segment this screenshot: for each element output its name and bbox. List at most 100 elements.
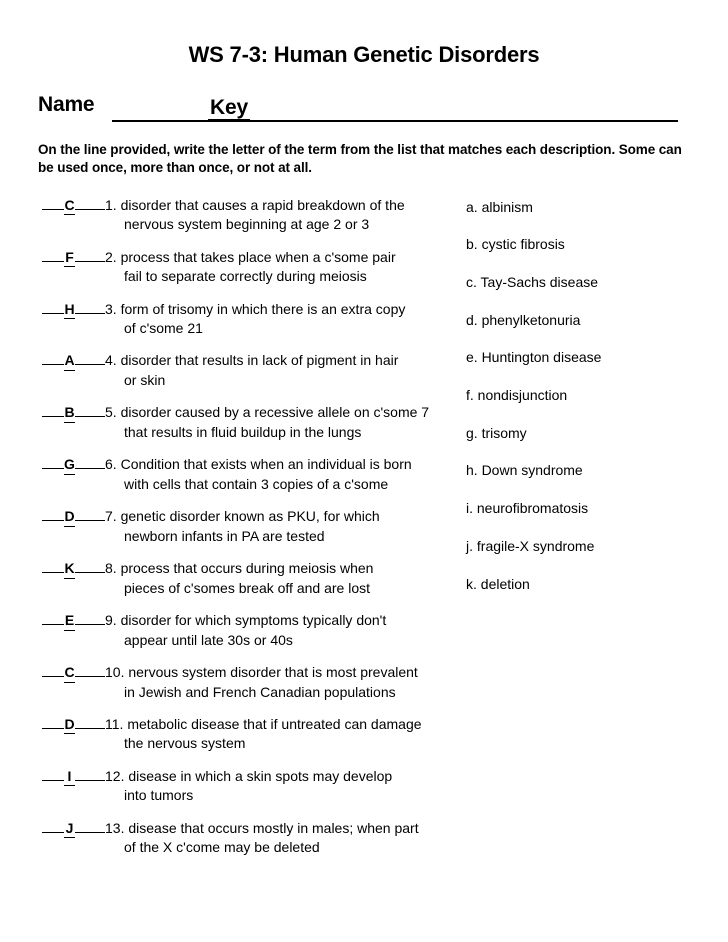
answer-bank-list: a. albinism b. cystic fibrosis c. Tay-Sach…	[466, 198, 716, 613]
blank-rule-right	[75, 457, 105, 470]
blank-rule-right	[75, 302, 105, 314]
answer-letter[interactable]: I	[64, 767, 75, 787]
question-number: 5.	[105, 404, 117, 421]
question-number: 8.	[105, 560, 117, 577]
answer-letter[interactable]: D	[64, 507, 75, 527]
question-text-line1: disorder caused by a recessive allele on…	[116, 404, 430, 421]
name-value[interactable]: Key	[208, 97, 250, 122]
answer-letter[interactable]: K	[64, 559, 75, 579]
question-item: D 11. metabolic disease that if untreated…	[42, 715, 442, 753]
answer-letter[interactable]: B	[64, 403, 75, 423]
answer-letter[interactable]: D	[64, 715, 75, 735]
answer-blank[interactable]: A	[42, 351, 105, 371]
question-item: B 5. disorder caused by a recessive allel…	[42, 403, 442, 441]
question-text-line2: nervous system beginning at age 2 or 3	[124, 216, 370, 233]
blank-rule-left	[42, 457, 64, 470]
blank-rule-right	[75, 353, 105, 366]
question-text-line2: into tumors	[124, 787, 194, 804]
answer-letter[interactable]: H	[64, 300, 75, 319]
question-text-line2: of c'some 21	[124, 319, 203, 336]
blank-rule-right	[75, 717, 105, 729]
answer-bank-item: h. Down syndrome	[466, 462, 583, 479]
blank-rule-right	[75, 509, 105, 522]
blank-rule-left	[42, 769, 64, 781]
question-item: K 8. process that occurs during meiosis w…	[42, 559, 442, 597]
answer-letter[interactable]: A	[64, 351, 75, 371]
blank-rule-right	[75, 769, 105, 781]
question-number: 7.	[105, 508, 117, 525]
blank-rule-left	[42, 665, 64, 678]
blank-rule-left	[42, 198, 64, 210]
answer-blank[interactable]: E	[42, 611, 105, 631]
answer-blank[interactable]: D	[42, 507, 105, 527]
question-text-line1: disorder that results in lack of pigment…	[116, 352, 399, 369]
question-text-line1: Condition that exists when an individual…	[116, 456, 412, 473]
question-number: 2.	[105, 248, 117, 265]
question-number: 6.	[105, 456, 117, 473]
question-text-line2: or skin	[124, 371, 166, 388]
blank-rule-left	[42, 405, 64, 418]
answer-letter[interactable]: C	[64, 663, 75, 683]
question-item: G 6. Condition that exists when an indivi…	[42, 455, 442, 493]
answer-bank-item: c. Tay-Sachs disease	[466, 274, 599, 290]
question-item: C 1. disorder that causes a rapid breakdo…	[42, 196, 442, 234]
question-item: C 10. nervous system disorder that is mos…	[42, 663, 442, 701]
blank-rule-left	[42, 302, 64, 314]
question-text-line2: fail to separate correctly during meiosi…	[124, 268, 367, 285]
name-field-row: Name Key	[38, 67, 678, 123]
answer-blank[interactable]: F	[42, 248, 105, 268]
question-text-line1: process that occurs during meiosis when	[116, 560, 374, 577]
question-text-line2: the nervous system	[124, 735, 246, 752]
question-text-line2: pieces of c'somes break off and are lost	[124, 579, 370, 596]
blank-rule-left	[42, 353, 64, 366]
question-text-line1: disease that occurs mostly in males; whe…	[124, 819, 419, 836]
question-text-line1: genetic disorder known as PKU, for which	[116, 508, 380, 525]
question-item: H 3. form of trisomy in which there is an…	[42, 300, 442, 338]
blank-rule-left	[42, 821, 64, 833]
blank-rule-right	[75, 405, 105, 418]
question-text-line1: process that takes place when a c'some p…	[116, 248, 396, 265]
question-number: 9.	[105, 612, 117, 629]
question-text-line1: metabolic disease that if untreated can …	[123, 716, 422, 732]
answer-blank[interactable]: B	[42, 403, 105, 423]
blank-rule-left	[42, 509, 64, 522]
blank-rule-right	[75, 665, 105, 678]
blank-rule-right	[75, 821, 105, 833]
question-text-line2: in Jewish and French Canadian population…	[124, 683, 396, 700]
question-item: J 13. disease that occurs mostly in males…	[42, 819, 442, 857]
answer-letter[interactable]: F	[64, 248, 75, 268]
answer-blank[interactable]: J	[42, 819, 105, 839]
answer-letter[interactable]: J	[64, 819, 75, 839]
question-number: 10.	[105, 664, 125, 681]
answer-bank-item: e. Huntington disease	[466, 349, 602, 366]
answer-blank[interactable]: I	[42, 767, 105, 787]
question-text-line1: disease in which a skin spots may develo…	[124, 767, 393, 784]
question-text-line2: with cells that contain 3 copies of a c'…	[124, 475, 389, 492]
answer-bank-item: f. nondisjunction	[466, 387, 568, 404]
answer-blank[interactable]: C	[42, 663, 105, 683]
blank-rule-left	[42, 250, 64, 262]
answer-blank[interactable]: D	[42, 715, 105, 735]
answer-bank-item: a. albinism	[466, 198, 533, 215]
answer-blank[interactable]: G	[42, 455, 105, 475]
question-item: E 9. disorder for which symptoms typicall…	[42, 611, 442, 649]
question-text-line2: appear until late 30s or 40s	[124, 631, 293, 648]
answer-blank[interactable]: H	[42, 300, 105, 319]
question-number: 13.	[105, 819, 125, 836]
answer-blank[interactable]: C	[42, 196, 105, 216]
answer-blank[interactable]: K	[42, 559, 105, 579]
answer-bank-item: g. trisomy	[466, 424, 527, 441]
answer-letter[interactable]: C	[64, 196, 75, 216]
name-rule	[112, 120, 678, 123]
question-text-line1: nervous system disorder that is most pre…	[124, 664, 418, 681]
blank-rule-right	[75, 198, 105, 210]
question-item: F 2. process that takes place when a c'so…	[42, 248, 442, 286]
answer-letter[interactable]: G	[64, 455, 75, 475]
blank-rule-right	[75, 613, 105, 626]
blank-rule-left	[42, 613, 64, 626]
answer-letter[interactable]: E	[64, 611, 75, 631]
blank-rule-left	[42, 561, 64, 574]
question-item: I 12. disease in which a skin spots may d…	[42, 767, 442, 805]
answer-bank-item: b. cystic fibrosis	[466, 236, 565, 253]
blank-rule-right	[75, 561, 105, 574]
